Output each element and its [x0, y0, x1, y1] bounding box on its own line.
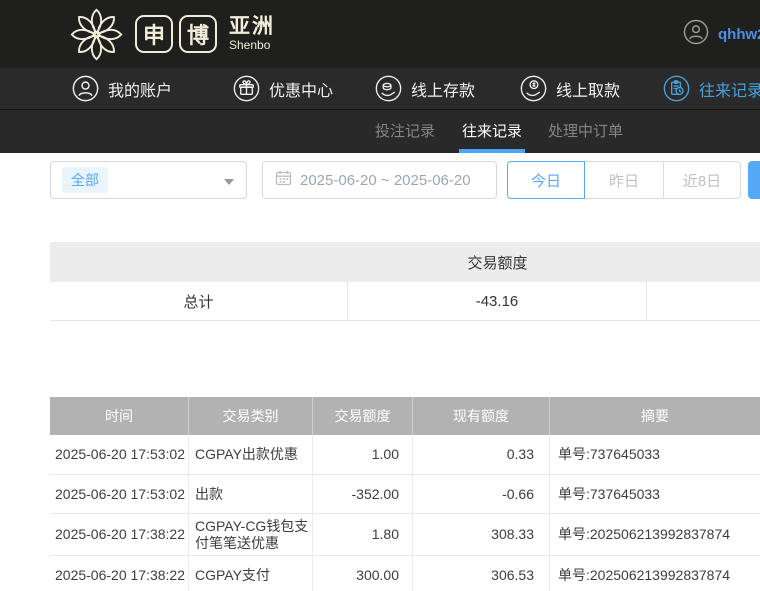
- logo-subtitle: Shenbo: [229, 38, 271, 52]
- cell-time: 2025-06-20 17:53:02: [55, 446, 185, 462]
- logo-region-label: 亚洲: [229, 15, 275, 38]
- tab-betting-records[interactable]: 投注记录: [375, 110, 435, 153]
- tab-processing-orders[interactable]: 处理中订单: [548, 110, 623, 153]
- nav-item-my-account[interactable]: 我的账户: [72, 68, 172, 109]
- account-icon: [72, 75, 99, 102]
- logo-char-shen: 申: [135, 15, 173, 53]
- cell-amount: 300.00: [312, 556, 412, 591]
- gift-icon: [233, 75, 260, 102]
- col-note: 摘要: [549, 397, 760, 435]
- yesterday-button[interactable]: 昨日: [584, 161, 664, 199]
- cell-type: CGPAY支付: [188, 556, 312, 591]
- cell-balance: 0.33: [412, 435, 549, 474]
- chevron-down-icon: [224, 179, 234, 185]
- col-balance: 现有额度: [412, 397, 549, 435]
- table-header-row: 时间 交易类别 交易额度 现有额度 摘要: [50, 397, 760, 435]
- col-time: 时间: [105, 408, 133, 424]
- cell-time: 2025-06-20 17:38:22: [55, 526, 185, 542]
- logo-wordmark: 申 博: [135, 15, 217, 53]
- date-range-value: 2025-06-20 ~ 2025-06-20: [300, 171, 471, 189]
- user-account[interactable]: qhhw2: [683, 0, 760, 68]
- type-filter-select[interactable]: 全部: [50, 161, 247, 199]
- cell-amount: 1.00: [312, 435, 412, 474]
- table-row: 2025-06-20 17:38:22 CGPAY-CG钱包支付笔笔送优惠 1.…: [50, 514, 760, 556]
- cell-balance: 306.53: [412, 556, 549, 591]
- col-type: 交易类别: [188, 397, 312, 435]
- date-range-picker[interactable]: 2025-06-20 ~ 2025-06-20: [262, 161, 497, 199]
- quick-range-buttons: 今日 昨日 近8日: [507, 161, 741, 199]
- cell-type: CGPAY-CG钱包支付笔笔送优惠: [188, 514, 312, 555]
- nav-label: 往来记录: [699, 82, 760, 100]
- summary-header-empty2: [647, 242, 760, 282]
- cell-type: CGPAY出款优惠: [188, 435, 312, 474]
- nav-label: 线上存款: [411, 82, 476, 100]
- nav-item-online-deposit[interactable]: 线上存款: [375, 68, 475, 109]
- summary-table: 交易额度 总计 -43.16: [50, 242, 760, 321]
- today-button[interactable]: 今日: [507, 161, 585, 199]
- tab-transaction-records[interactable]: 往来记录: [458, 110, 526, 153]
- records-tabbar: 投注记录 往来记录 处理中订单: [0, 109, 760, 153]
- logo-region: 亚洲 Shenbo: [229, 15, 275, 53]
- logo-char-bo: 博: [179, 15, 217, 53]
- nav-label: 线上取款: [556, 82, 621, 100]
- search-button[interactable]: [748, 161, 760, 199]
- table-row: 2025-06-20 17:53:02 CGPAY出款优惠 1.00 0.33 …: [50, 435, 760, 475]
- calendar-icon: [275, 169, 292, 191]
- flower-logo-icon: [68, 6, 125, 63]
- summary-header-amount: 交易额度: [467, 254, 528, 272]
- nav-item-online-withdraw[interactable]: 线上取款: [520, 68, 620, 109]
- summary-header-empty: [50, 242, 348, 282]
- cell-note: 单号:202506213992837874: [549, 514, 760, 555]
- cell-note: 单号:737645033: [549, 475, 760, 513]
- cell-note: 单号:737645033: [549, 435, 760, 474]
- main-nav: 我的账户 优惠中心 线上存款 线上取款 往来记录: [0, 68, 760, 109]
- nav-item-transaction-records[interactable]: 往来记录: [663, 68, 760, 109]
- user-avatar-icon: [683, 19, 709, 50]
- summary-total-extra: [647, 282, 760, 320]
- table-row: 2025-06-20 17:53:02 出款 -352.00 -0.66 单号:…: [50, 475, 760, 514]
- nav-item-promotions[interactable]: 优惠中心: [233, 68, 333, 109]
- page: 申 博 亚洲 Shenbo qhhw2: [0, 0, 760, 591]
- cell-balance: -0.66: [412, 475, 549, 513]
- summary-total-label: 总计: [50, 282, 348, 320]
- col-amount: 交易额度: [312, 397, 412, 435]
- summary-total-row: 总计 -43.16: [50, 282, 760, 321]
- cell-balance: 308.33: [412, 514, 549, 555]
- summary-header-row: 交易额度: [50, 242, 760, 282]
- cell-note: 单号:202506213992837874: [549, 556, 760, 591]
- cell-type: 出款: [188, 475, 312, 513]
- logo[interactable]: 申 博 亚洲 Shenbo: [68, 0, 275, 68]
- username: qhhw2: [718, 25, 760, 43]
- nav-label: 我的账户: [108, 82, 173, 100]
- cell-time: 2025-06-20 17:53:02: [55, 485, 185, 502]
- cell-time: 2025-06-20 17:38:22: [55, 566, 185, 583]
- cell-amount: -352.00: [312, 475, 412, 513]
- withdraw-icon: [520, 75, 547, 102]
- table-row: 2025-06-20 17:38:22 CGPAY支付 300.00 306.5…: [50, 556, 760, 591]
- deposit-icon: [375, 75, 402, 102]
- nav-label: 优惠中心: [269, 82, 334, 100]
- records-icon: [663, 75, 690, 102]
- summary-total-value: -43.16: [348, 282, 647, 320]
- last8days-button[interactable]: 近8日: [663, 161, 741, 199]
- cell-amount: 1.80: [312, 514, 412, 555]
- topbar: 申 博 亚洲 Shenbo qhhw2: [0, 0, 760, 68]
- type-filter-value: 全部: [62, 167, 108, 193]
- transactions-table: 时间 交易类别 交易额度 现有额度 摘要 2025-06-20 17:53:02…: [50, 397, 760, 591]
